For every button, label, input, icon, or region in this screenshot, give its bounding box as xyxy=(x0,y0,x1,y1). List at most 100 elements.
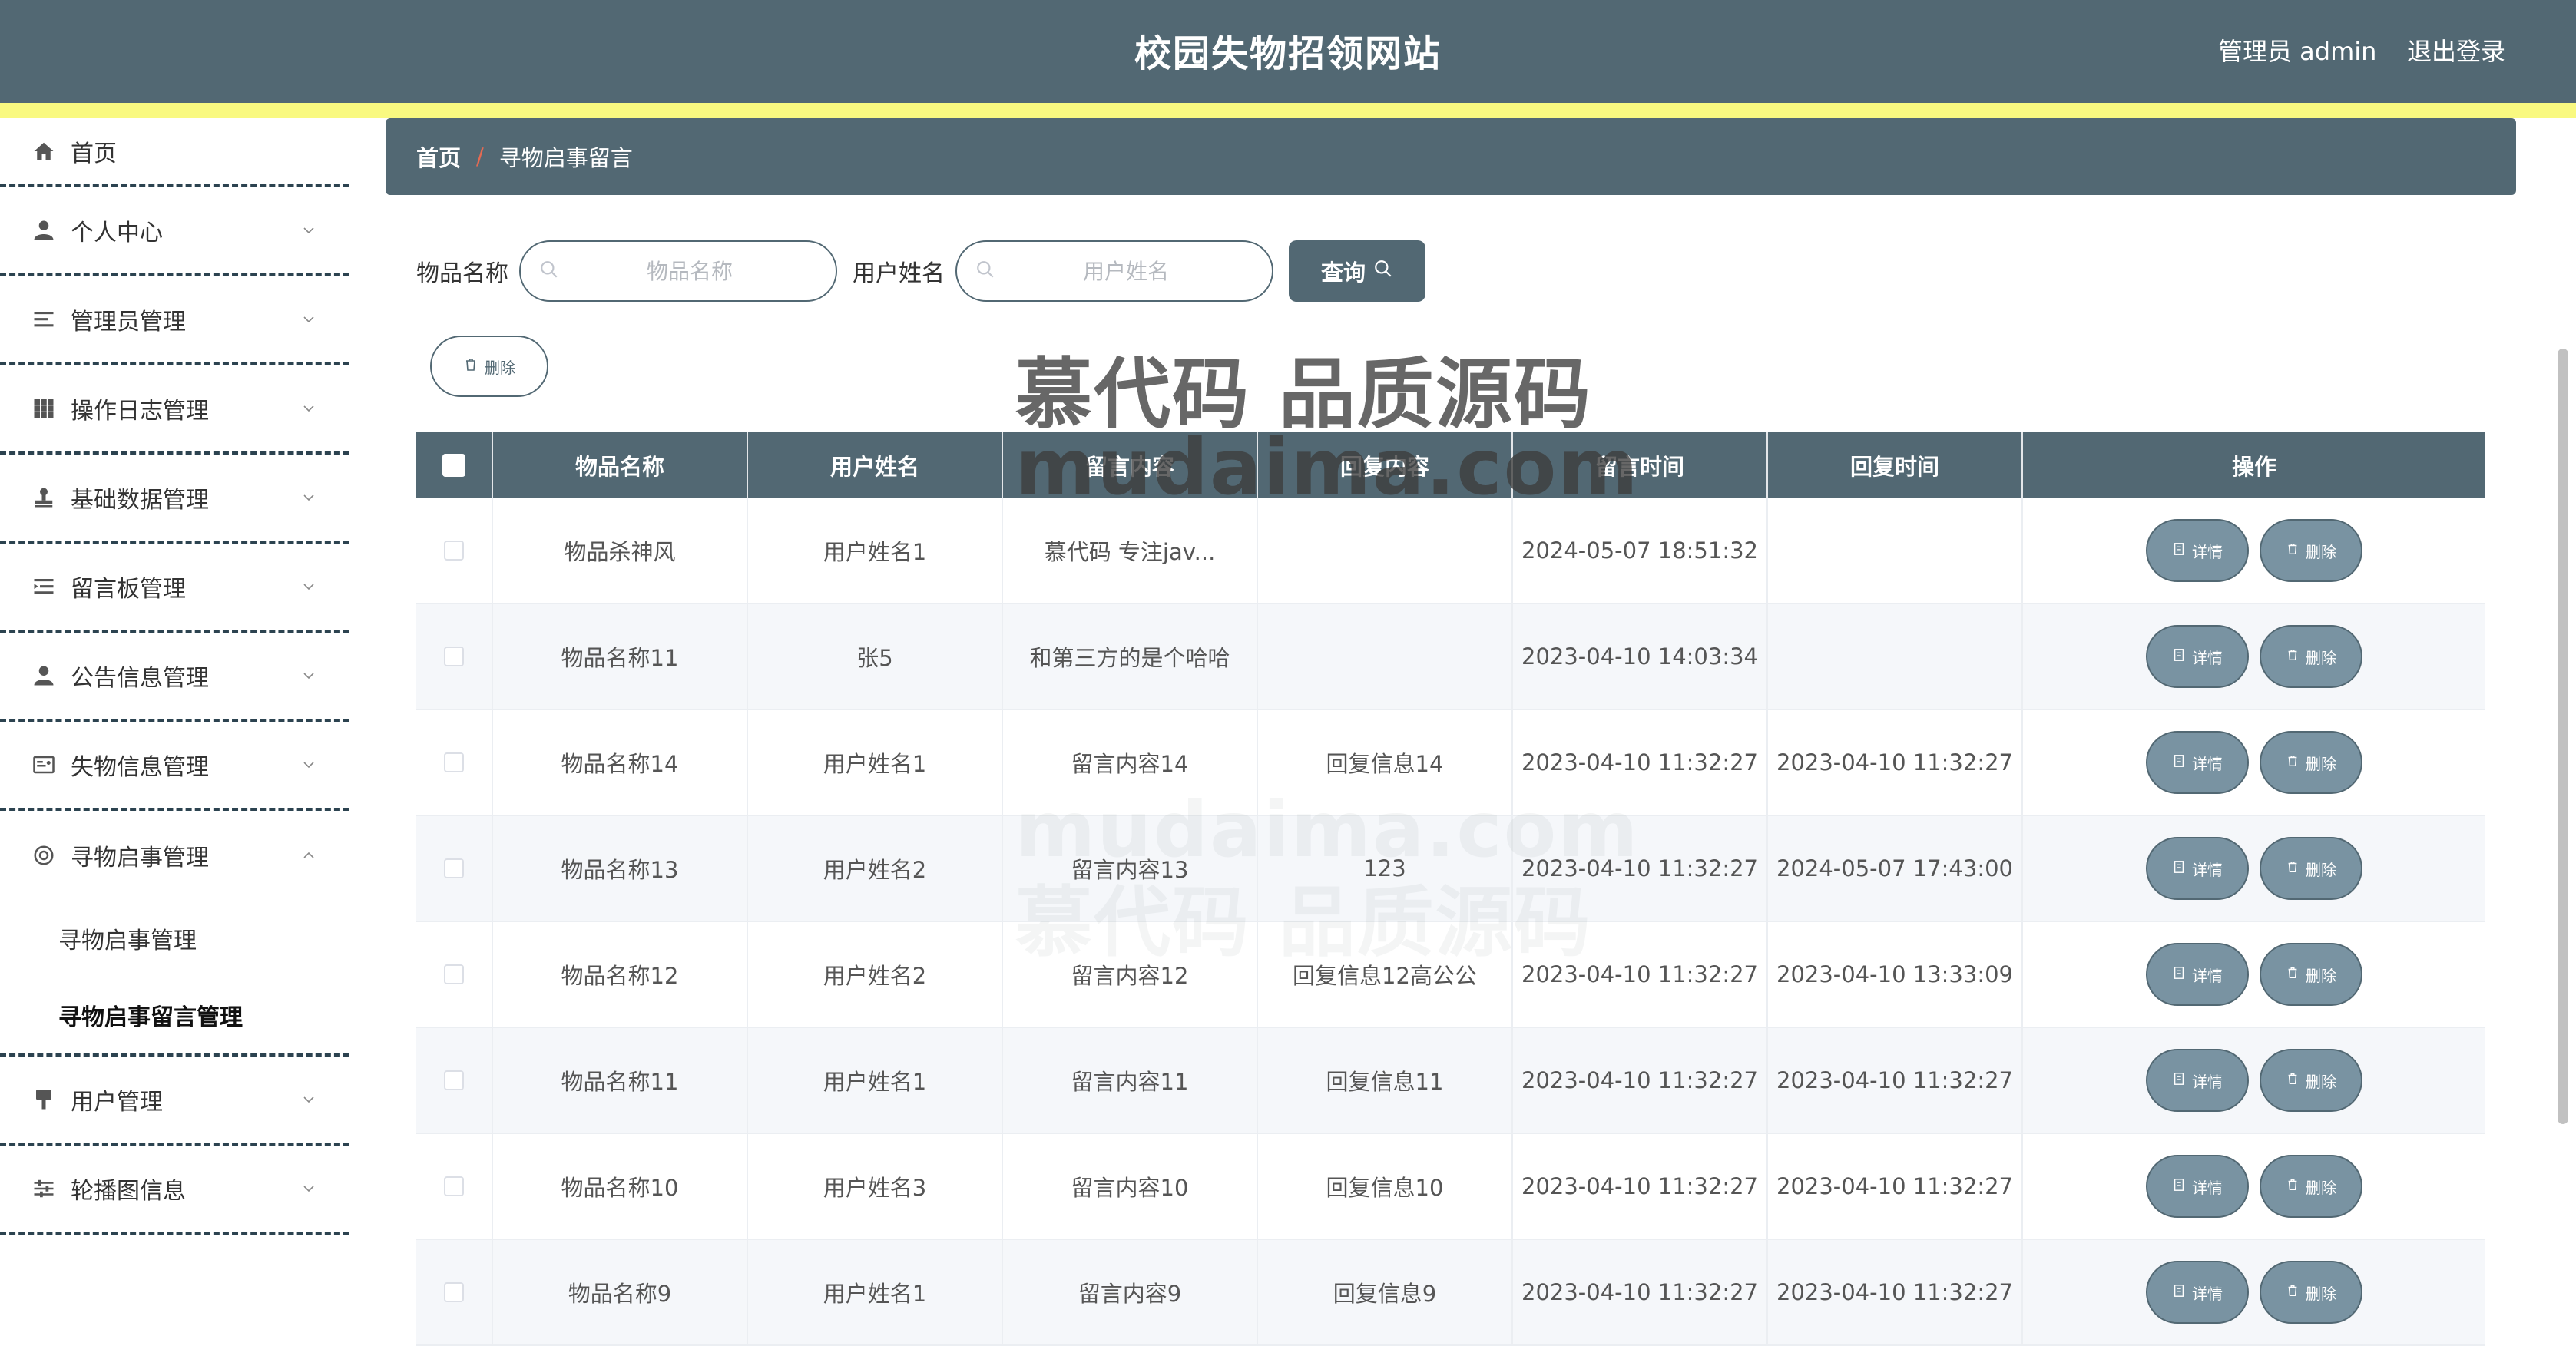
sidebar-item-carousel[interactable]: 轮播图信息 xyxy=(0,1146,349,1235)
document-icon xyxy=(2172,541,2192,560)
delete-label: 删除 xyxy=(2306,1072,2336,1091)
row-checkbox[interactable] xyxy=(444,964,464,984)
table-cell: 2023-04-10 11:32:27 xyxy=(1513,1240,1768,1344)
scrollbar-thumb[interactable] xyxy=(2558,349,2568,1124)
delete-button[interactable]: 删除 xyxy=(2260,1261,2362,1324)
breadcrumb-home[interactable]: 首页 xyxy=(416,141,461,173)
row-actions: 详情 删除 xyxy=(2023,816,2485,921)
trash-icon xyxy=(2286,541,2306,560)
row-checkbox[interactable] xyxy=(444,752,464,772)
select-all-checkbox[interactable] xyxy=(442,454,465,477)
table-cell: 慕代码 专注jav... xyxy=(1003,498,1258,603)
submenu-item-search-notices[interactable]: 寻物启事管理 xyxy=(0,900,349,977)
search-icon xyxy=(975,260,995,283)
column-header: 物品名称 xyxy=(493,432,748,498)
sidebar-item-notices[interactable]: 公告信息管理 xyxy=(0,633,349,722)
sidebar-item-home[interactable]: 首页 xyxy=(0,118,349,187)
row-select-cell xyxy=(416,1134,493,1239)
detail-button[interactable]: 详情 xyxy=(2146,1261,2249,1324)
user-name-input[interactable] xyxy=(1011,258,1241,284)
row-checkbox[interactable] xyxy=(444,1070,464,1090)
logout-link[interactable]: 退出登录 xyxy=(2407,32,2505,68)
sidebar-item-label: 轮播图信息 xyxy=(71,1178,186,1205)
row-checkbox[interactable] xyxy=(444,541,464,561)
detail-label: 详情 xyxy=(2192,1178,2223,1197)
item-name-field[interactable] xyxy=(519,240,837,302)
sidebar-item-search-notices[interactable]: 寻物启事管理 xyxy=(0,811,349,900)
sidebar-item-users[interactable]: 用户管理 xyxy=(0,1057,349,1146)
table-row: 物品名称11 张5 和第三方的是个哈哈 2023-04-10 14:03:34 详情 删除 xyxy=(416,604,2485,710)
table-cell: 物品名称9 xyxy=(493,1240,748,1344)
table-header: 物品名称 用户姓名 留言内容 回复内容 留言时间 回复时间 操作 xyxy=(416,432,2485,498)
sidebar-item-label: 寻物启事管理 xyxy=(71,845,209,871)
table-cell xyxy=(1768,498,2023,603)
chevron-down-icon xyxy=(301,223,316,238)
delete-button[interactable]: 删除 xyxy=(2260,519,2362,582)
sidebar-item-label: 操作日志管理 xyxy=(71,398,209,425)
sidebar-item-lost-items[interactable]: 失物信息管理 xyxy=(0,722,349,811)
item-name-input[interactable] xyxy=(574,258,805,284)
table-cell: 回复信息12高公公 xyxy=(1258,922,1513,1027)
table-cell: 2023-04-10 11:32:27 xyxy=(1768,710,2023,815)
submenu-search-notices: 寻物启事管理 寻物启事留言管理 xyxy=(0,900,349,1057)
trash-icon xyxy=(2286,859,2306,878)
trash-icon xyxy=(2286,1177,2306,1196)
sidebar-item-profile[interactable]: 个人中心 xyxy=(0,187,349,276)
row-checkbox[interactable] xyxy=(444,1176,464,1196)
delete-button[interactable]: 删除 xyxy=(2260,943,2362,1006)
detail-button[interactable]: 详情 xyxy=(2146,519,2249,582)
site-title: 校园失物招领网站 xyxy=(1134,32,1442,75)
row-checkbox[interactable] xyxy=(444,1282,464,1302)
delete-button[interactable]: 删除 xyxy=(2260,837,2362,900)
table-cell: 物品名称14 xyxy=(493,710,748,815)
table-cell: 物品杀神风 xyxy=(493,498,748,603)
batch-delete-label: 删除 xyxy=(485,358,515,377)
sidebar-item-basic-data[interactable]: 基础数据管理 xyxy=(0,455,349,544)
delete-button[interactable]: 删除 xyxy=(2260,1049,2362,1112)
detail-button[interactable]: 详情 xyxy=(2146,731,2249,794)
table-row: 物品名称13 用户姓名2 留言内容13 123 2023-04-10 11:32:27 2… xyxy=(416,816,2485,922)
query-button[interactable]: 查询 xyxy=(1289,240,1425,302)
detail-label: 详情 xyxy=(2192,966,2223,985)
home-icon xyxy=(31,138,57,164)
detail-button[interactable]: 详情 xyxy=(2146,1155,2249,1218)
user-name-field[interactable] xyxy=(955,240,1273,302)
batch-delete-button[interactable]: 删除 xyxy=(430,336,548,397)
sidebar-item-logs[interactable]: 操作日志管理 xyxy=(0,365,349,455)
sidebar-item-admins[interactable]: 管理员管理 xyxy=(0,276,349,365)
row-actions: 详情 删除 xyxy=(2023,604,2485,709)
row-checkbox[interactable] xyxy=(444,858,464,878)
submenu-item-search-notice-messages[interactable]: 寻物启事留言管理 xyxy=(0,977,349,1053)
detail-button[interactable]: 详情 xyxy=(2146,943,2249,1006)
search-icon xyxy=(539,260,559,283)
top-bar-stripe xyxy=(0,103,2576,118)
table-cell: 2023-04-10 13:33:09 xyxy=(1768,922,2023,1027)
chevron-down-icon xyxy=(301,757,316,772)
lifebuoy-icon xyxy=(31,842,57,868)
sidebar-item-message-board[interactable]: 留言板管理 xyxy=(0,544,349,633)
detail-button[interactable]: 详情 xyxy=(2146,837,2249,900)
delete-button[interactable]: 删除 xyxy=(2260,731,2362,794)
table-cell: 2023-04-10 11:32:27 xyxy=(1513,1028,1768,1133)
messages-table: 物品名称 用户姓名 留言内容 回复内容 留言时间 回复时间 操作 物品杀神风用户… xyxy=(416,432,2485,1346)
table-cell: 物品名称11 xyxy=(493,1028,748,1133)
stamp-icon xyxy=(31,484,57,511)
sidebar-item-label: 失物信息管理 xyxy=(71,754,209,781)
delete-label: 删除 xyxy=(2306,860,2336,879)
document-icon xyxy=(2172,753,2192,772)
detail-button[interactable]: 详情 xyxy=(2146,1049,2249,1112)
row-actions: 详情 删除 xyxy=(2023,1028,2485,1133)
sidebar-item-label: 个人中心 xyxy=(71,220,163,246)
detail-button[interactable]: 详情 xyxy=(2146,625,2249,688)
table-cell xyxy=(1258,604,1513,709)
row-actions: 详情 删除 xyxy=(2023,1134,2485,1239)
delete-button[interactable]: 删除 xyxy=(2260,625,2362,688)
column-header: 回复时间 xyxy=(1768,432,2023,498)
table-cell xyxy=(1768,604,2023,709)
scrollbar[interactable] xyxy=(2558,118,2573,1288)
table-cell: 用户姓名1 xyxy=(748,1240,1003,1344)
row-checkbox[interactable] xyxy=(444,647,464,666)
delete-button[interactable]: 删除 xyxy=(2260,1155,2362,1218)
table-cell: 2023-04-10 14:03:34 xyxy=(1513,604,1768,709)
delete-label: 删除 xyxy=(2306,1178,2336,1197)
